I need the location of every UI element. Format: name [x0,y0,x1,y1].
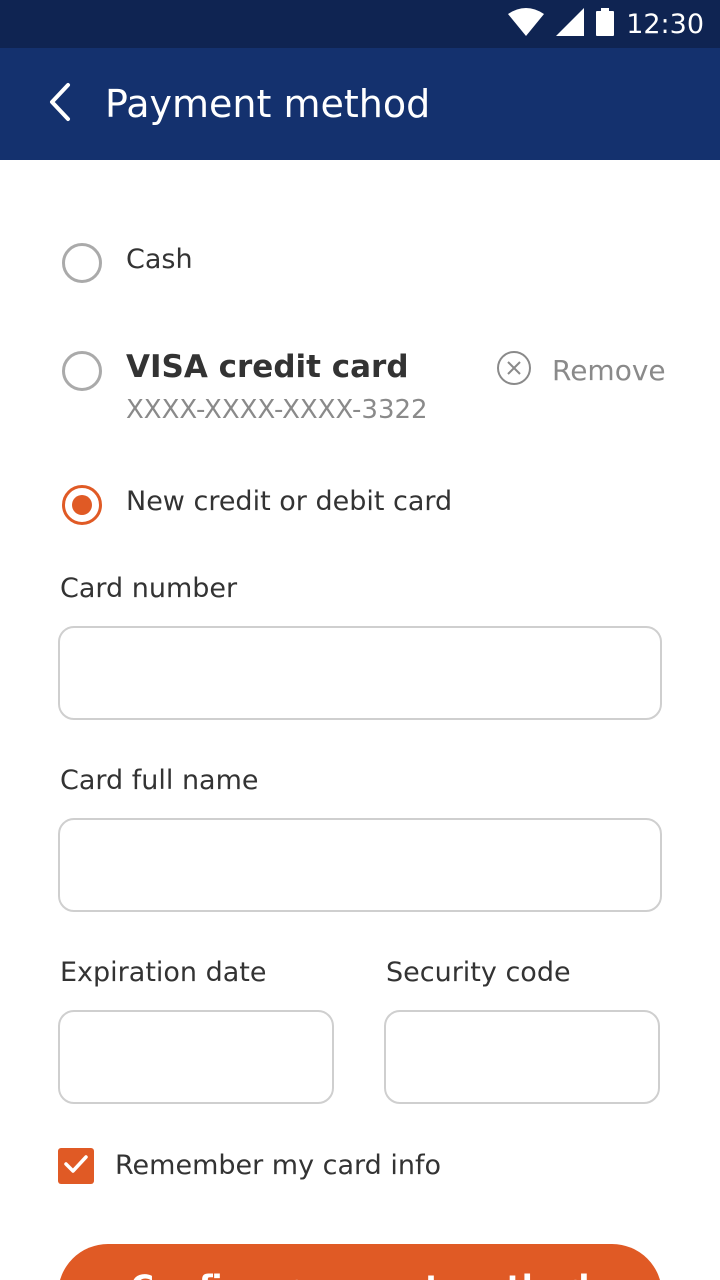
remove-card-button[interactable]: Remove [496,350,666,390]
remove-label: Remove [552,353,666,387]
status-icons: 12:30 [508,0,704,48]
signal-icon [556,8,585,40]
page-title: Payment method [105,82,431,126]
card-name-label: Card full name [60,765,259,796]
close-circle-icon [496,350,532,390]
radio-visa-card[interactable] [62,351,102,391]
radio-new-card[interactable] [62,485,102,525]
wifi-icon [508,8,545,40]
status-time: 12:30 [626,8,704,40]
expiration-date-label: Expiration date [60,957,267,988]
battery-icon [596,8,615,40]
status-bar: 12:30 [0,0,720,48]
chevron-left-icon [48,82,72,126]
card-number-masked: XXXX-XXXX-XXXX-3322 [126,395,428,425]
option-label-new-card[interactable]: New credit or debit card [126,486,452,517]
app-bar: Payment method [0,48,720,160]
expiration-date-input[interactable] [58,1010,334,1104]
security-code-label: Security code [386,957,571,988]
option-label-cash[interactable]: Cash [126,244,193,275]
back-button[interactable] [36,80,84,128]
confirm-payment-button[interactable]: Confirm payment method [58,1244,662,1280]
card-number-label: Card number [60,573,238,604]
remember-card-checkbox[interactable] [58,1148,94,1184]
card-name-input[interactable] [58,818,662,912]
check-icon [63,1153,89,1179]
remember-card-label[interactable]: Remember my card info [115,1148,441,1184]
card-number-input[interactable] [58,626,662,720]
security-code-input[interactable] [384,1010,660,1104]
radio-cash[interactable] [62,243,102,283]
confirm-button-label: Confirm payment method [131,1268,590,1280]
option-label-visa-card[interactable]: VISA credit card [126,349,409,385]
